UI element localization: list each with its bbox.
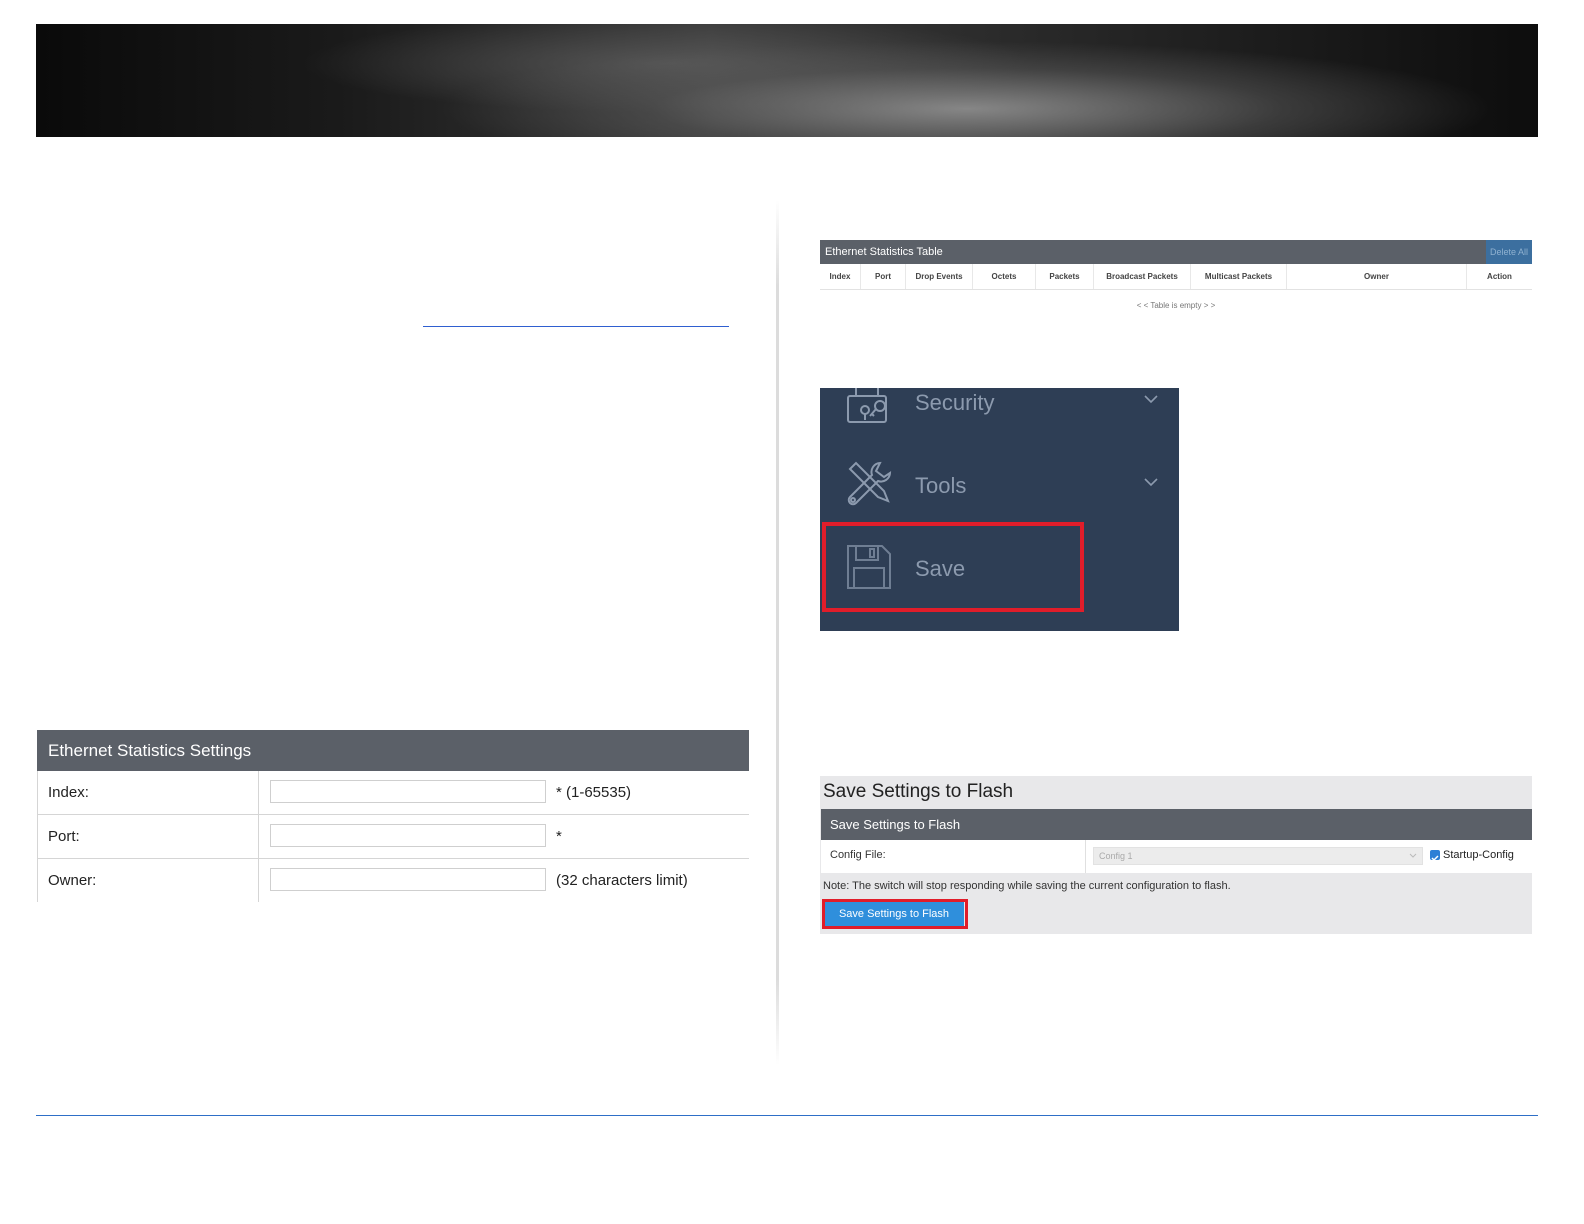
index-hint: * (1-65535) (556, 784, 632, 801)
column-header-action: Action (1487, 272, 1512, 281)
ethernet-statistics-settings-panel: Ethernet Statistics Settings Index: * (1… (37, 730, 749, 902)
column-header-broadcast-packets: Broadcast Packets (1094, 264, 1191, 289)
config-file-row: Config File: Config 1 Startup-Config (821, 840, 1532, 873)
column-header-index: Index (820, 264, 861, 289)
column-header-packets: Packets (1036, 264, 1094, 289)
startup-config-label: Startup-Config (1443, 849, 1514, 861)
column-header-owner: Owner (1287, 264, 1467, 289)
column-header-drop-events: Drop Events (906, 264, 973, 289)
port-hint: * (556, 828, 562, 845)
sidebar-item-security-label: Security (915, 390, 995, 415)
sidebar-item-tools[interactable]: Tools (820, 451, 1179, 521)
owner-input[interactable] (270, 868, 546, 891)
sidebar-item-tools-label: Tools (915, 473, 967, 498)
delete-all-button[interactable]: Delete All (1486, 240, 1532, 264)
chevron-down-icon (1144, 395, 1158, 404)
owner-hint: (32 characters limit) (556, 872, 688, 889)
column-header-port: Port (861, 264, 906, 289)
checkmark-icon (1431, 855, 1439, 862)
page-title: Save Settings to Flash (823, 781, 1014, 802)
table-empty-message: < < Table is empty > > (1136, 301, 1216, 310)
column-divider (776, 200, 779, 1065)
column-header-octets: Octets (973, 264, 1036, 289)
panel-title: Ethernet Statistics Settings (37, 730, 749, 771)
chevron-down-icon (1409, 853, 1417, 858)
config-file-value: Config 1 (1099, 851, 1133, 861)
owner-row: Owner: (32 characters limit) (37, 859, 749, 902)
column-header-multicast-packets: Multicast Packets (1191, 264, 1287, 289)
config-file-label: Config File: (821, 840, 1086, 873)
chevron-down-icon (1144, 478, 1158, 487)
ethernet-statistics-table: Ethernet Statistics Table Delete All Ind… (820, 240, 1532, 320)
save-note: Note: The switch will stop responding wh… (823, 880, 1231, 892)
index-row: Index: * (1-65535) (37, 771, 749, 815)
security-lock-icon (847, 388, 887, 423)
section-title: Save Settings to Flash (821, 809, 1532, 840)
table-header-row: Index Port Drop Events Octets Packets Br… (820, 264, 1532, 290)
table-title: Ethernet Statistics Table (825, 246, 943, 258)
port-label: Port: (37, 815, 259, 858)
table-title-bar: Ethernet Statistics Table Delete All (820, 240, 1532, 264)
header-banner (36, 24, 1538, 137)
save-highlight-box (822, 522, 1084, 612)
footer-rule (36, 1115, 1538, 1116)
port-row: Port: * (37, 815, 749, 859)
config-file-select[interactable]: Config 1 (1093, 847, 1423, 865)
tools-icon (847, 461, 892, 506)
index-label: Index: (37, 771, 259, 814)
save-button-highlight-box (822, 899, 968, 929)
index-input[interactable] (270, 780, 546, 803)
sidebar-item-security[interactable]: Security (820, 388, 1179, 438)
owner-label: Owner: (37, 859, 259, 902)
hyperlink-underline[interactable] (423, 326, 729, 327)
port-input[interactable] (270, 824, 546, 847)
startup-config-checkbox[interactable] (1430, 850, 1440, 862)
